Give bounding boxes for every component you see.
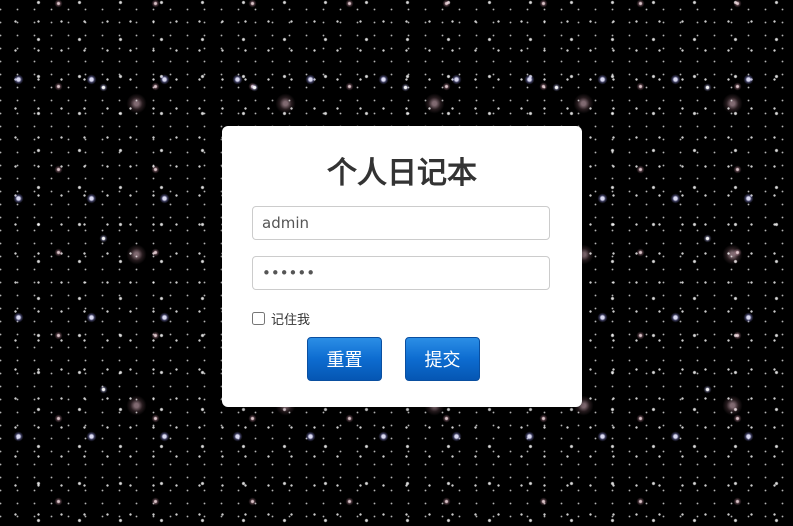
- page-title: 个人日记本: [327, 156, 477, 191]
- login-card: 个人日记本 记住我 重置 提交: [222, 126, 582, 407]
- username-input[interactable]: [252, 206, 550, 240]
- password-input[interactable]: [252, 256, 550, 290]
- remember-me-label: 记住我: [271, 312, 311, 328]
- remember-me[interactable]: 记住我: [252, 309, 311, 328]
- reset-button[interactable]: 重置: [307, 337, 382, 381]
- remember-me-checkbox[interactable]: [252, 311, 265, 325]
- submit-button[interactable]: 提交: [405, 337, 480, 381]
